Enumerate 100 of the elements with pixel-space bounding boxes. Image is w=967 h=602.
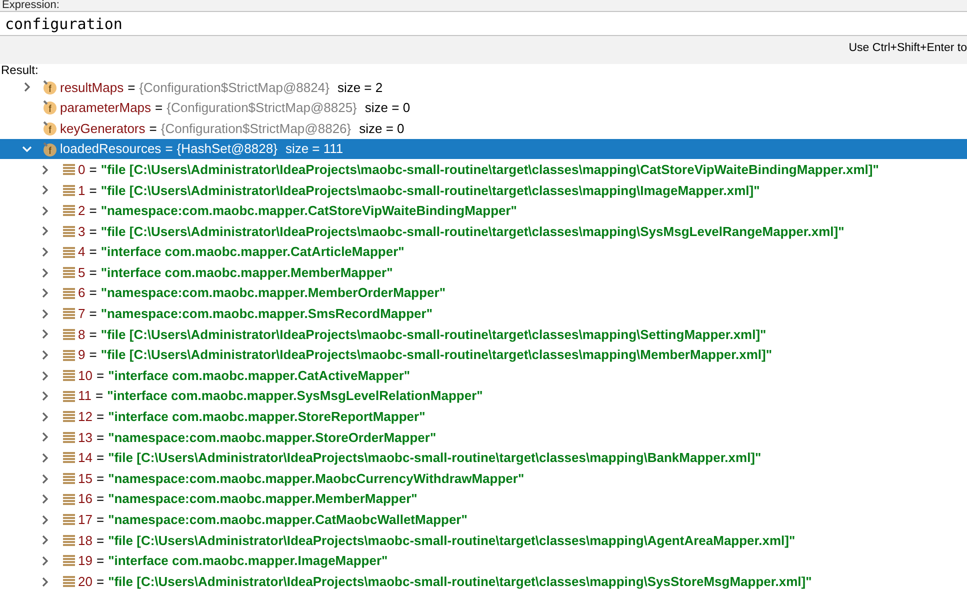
item-value: "file [C:\Users\Administrator\IdeaProjects\maobc-small-routine\target\classes\mapping\ImageMapper.xml]" [100,182,760,200]
item-value: "interface com.maobc.mapper.CatArticleMapper" [100,243,404,262]
item-value: "interface com.maobc.mapper.CatActiveMapper" [108,366,410,385]
item-index: 1 [78,182,86,200]
result-label: Result: [0,64,40,77]
item-value: "namespace:com.maobc.mapper.SmsRecordMapper" [100,305,432,324]
tree-row[interactable]: f keyGenerators = {Configuration$StrictMap@8826} size = 0 [0,118,967,139]
list-item-icon [63,473,75,484]
list-item-icon [63,576,75,588]
list-item-icon [63,308,75,320]
item-index: 16 [78,490,92,508]
item-index: 11 [78,387,92,406]
item-value: "file [C:\Users\Administrator\IdeaProjects\maobc-small-routine\target\classes\mapping\BankMapper.xml]" [108,449,762,468]
item-index: 18 [78,532,92,550]
item-index: 8 [78,326,86,344]
equals-sign: = [96,470,104,488]
equals-sign: = [89,326,97,344]
equals-sign: = [89,284,97,302]
item-index: 5 [78,264,86,282]
item-index: 12 [78,408,92,426]
item-index: 17 [78,511,92,530]
item-value: "interface com.maobc.mapper.ImageMapper" [108,552,388,570]
item-index: 0 [78,160,86,179]
tree-row[interactable]: f parameterMaps = {Configuration$StrictMap@8825} size = 0 [0,98,967,118]
item-value: "file [C:\Users\Administrator\IdeaProjects\maobc-small-routine\target\classes\mapping\SettingMapper.xml]" [100,326,766,344]
list-item-icon [63,328,75,340]
equals-sign: = [89,160,97,179]
item-index: 6 [78,284,86,302]
equals-sign: = [96,490,104,508]
field-icon: f [43,120,57,136]
equals-sign: = [96,511,104,530]
equals-sign: = [96,552,104,570]
expression-label: Expression: [1,0,60,11]
item-value: "file [C:\Users\Administrator\IdeaProjects\maobc-small-routine\target\classes\mapping\MemberMapper.xml]" [100,346,772,364]
equals-sign: = [96,449,104,468]
equals-sign: = [96,532,104,550]
equals-sign: = [96,387,104,406]
field-name: parameterMaps [60,99,152,118]
size-text: size = 0 [359,120,404,138]
list-item-icon [63,184,75,196]
expression-field[interactable]: configuration [0,11,967,36]
tree-row[interactable]: f resultMaps = {Configuration$StrictMap@8824} size = 2 [0,77,967,98]
item-value: "file [C:\Users\Administrator\IdeaProjects\maobc-small-routine\target\classes\mapping\CatStoreVipWaiteBindingMapper.xml]" [100,160,879,179]
item-index: 20 [78,572,92,591]
item-index: 3 [78,222,86,241]
item-value: "namespace:com.maobc.mapper.MemberMapper" [108,490,418,508]
field-icon: f [43,100,57,116]
list-item-icon [63,370,75,382]
list-item-icon [63,555,75,566]
item-value: "file [C:\Users\Administrator\IdeaProjects\maobc-small-routine\target\classes\mapping\AgentAreaMapper.xml]" [108,532,796,550]
list-item-icon [63,164,75,176]
equals-sign: = [89,305,97,324]
equals-sign: = [89,222,97,241]
field-value: {Configuration$StrictMap@8824} [139,78,330,97]
tree-row[interactable]: f loadedResources = {HashSet@8828} size = 111 [0,138,967,160]
list-item-icon [63,226,75,237]
equals-sign: = [149,120,157,138]
equals-sign: = [89,264,97,282]
equals-sign: = [89,346,97,364]
list-item-icon [63,534,75,546]
item-index: 15 [78,470,92,488]
item-value: "namespace:com.maobc.mapper.MaobcCurrencyWithdrawMapper" [108,470,524,488]
list-item-icon [63,246,75,258]
item-value: "file [C:\Users\Administrator\IdeaProjects\maobc-small-routine\target\classes\mapping\SysStoreMsgMapper.xml]" [108,572,812,591]
item-index: 14 [78,449,92,468]
equals-sign: = [96,428,104,447]
item-index: 13 [78,428,92,447]
list-item-icon [63,267,75,278]
field-name: loadedResources [60,140,162,158]
equals-sign: = [96,366,104,385]
item-index: 2 [78,202,86,220]
item-index: 4 [78,243,86,262]
item-index: 19 [78,552,92,570]
item-value: "namespace:com.maobc.mapper.CatStoreVipWaiteBindingMapper" [100,202,517,220]
equals-sign: = [165,140,173,158]
list-item-icon [63,411,75,422]
field-value: {HashSet@8828} [176,140,278,158]
item-index: 7 [78,305,86,324]
item-index: 10 [78,366,92,385]
list-item-icon [63,452,75,464]
list-item-icon [63,205,75,216]
list-item-icon [63,350,75,361]
size-text: size = 2 [337,78,383,97]
equals-sign: = [128,78,136,97]
list-item-icon [63,494,75,505]
list-item-icon [63,432,75,443]
field-name: keyGenerators [60,120,146,138]
equals-sign: = [155,99,163,118]
item-value: "namespace:com.maobc.mapper.StoreOrderMapper" [108,428,436,447]
item-value: "namespace:com.maobc.mapper.MemberOrderMapper" [100,284,446,302]
equals-sign: = [89,202,97,220]
list-item-icon [63,514,75,526]
equals-sign: = [89,182,97,200]
field-value: {Configuration$StrictMap@8826} [160,120,352,138]
size-text: size = 0 [364,99,410,118]
equals-sign: = [96,572,104,591]
item-value: "interface com.maobc.mapper.MemberMapper" [100,264,393,282]
field-icon: f [43,142,57,157]
hint-text: Use Ctrl+Shift+Enter to [848,41,967,56]
item-value: "interface com.maobc.mapper.SysMsgLevelRelationMapper" [107,387,483,406]
